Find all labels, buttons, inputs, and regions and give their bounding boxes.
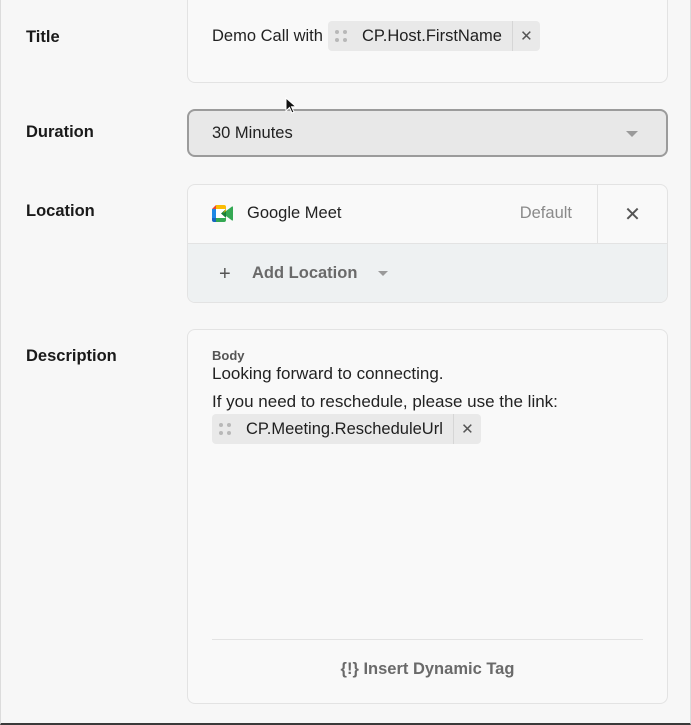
close-icon[interactable]: ✕: [452, 414, 481, 444]
add-location-button[interactable]: + Add Location: [188, 243, 667, 302]
default-badge: Default: [519, 204, 572, 222]
dynamic-tag-label: CP.Meeting.RescheduleUrl: [246, 419, 443, 438]
description-label: Description: [26, 347, 117, 365]
description-line-1[interactable]: Looking forward to connecting.: [212, 364, 444, 384]
caret-down-icon: [378, 271, 388, 276]
location-list: Google Meet Default ✕ + Add Location: [187, 184, 668, 303]
duration-label: Duration: [26, 123, 94, 141]
mouse-cursor-icon: [285, 97, 297, 114]
description-line-2[interactable]: If you need to reschedule, please use th…: [212, 392, 558, 412]
location-name: Google Meet: [247, 204, 342, 222]
google-meet-icon: [212, 205, 233, 222]
description-editor[interactable]: Body Looking forward to connecting. If y…: [187, 329, 668, 704]
title-text[interactable]: Demo Call with: [212, 27, 323, 46]
add-location-label: Add Location: [252, 264, 358, 282]
insert-dynamic-tag-button[interactable]: {!} Insert Dynamic Tag: [188, 660, 667, 679]
body-label: Body: [212, 348, 245, 363]
drag-handle-icon[interactable]: [212, 423, 238, 435]
dynamic-tag-label: CP.Host.FirstName: [361, 26, 502, 45]
location-item[interactable]: Google Meet Default ✕: [188, 185, 667, 243]
event-settings-form: Title Demo Call with CP.Host.FirstName ✕…: [0, 0, 691, 725]
title-input[interactable]: Demo Call with CP.Host.FirstName ✕: [187, 0, 668, 83]
dynamic-tag-chip[interactable]: CP.Host.FirstName ✕: [327, 21, 540, 51]
plus-icon: +: [219, 263, 231, 285]
dynamic-tag-chip[interactable]: CP.Meeting.RescheduleUrl ✕: [212, 414, 481, 444]
title-label: Title: [26, 28, 60, 46]
duration-select[interactable]: 30 Minutes: [187, 109, 668, 157]
duration-value: 30 Minutes: [212, 123, 293, 142]
title-content: Demo Call with CP.Host.FirstName ✕: [212, 21, 540, 51]
close-icon[interactable]: ✕: [597, 185, 667, 243]
caret-down-icon: [626, 131, 638, 137]
close-icon[interactable]: ✕: [511, 21, 540, 51]
divider: [212, 639, 643, 640]
location-label: Location: [26, 202, 95, 220]
drag-handle-icon[interactable]: [328, 30, 354, 42]
